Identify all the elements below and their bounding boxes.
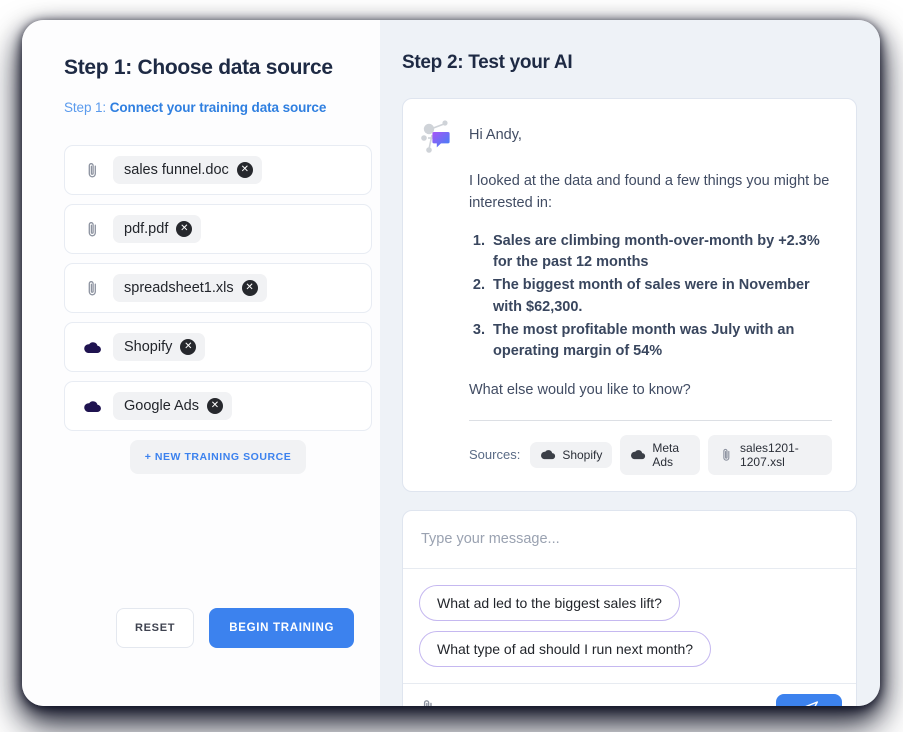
right-panel: Step 2: Test your AI Hi Andy, I looked a…	[380, 20, 880, 706]
step-subtitle: Step 1: Connect your training data sourc…	[64, 100, 354, 115]
message-greeting: Hi Andy,	[469, 127, 522, 143]
source-chip[interactable]: spreadsheet1.xls ✕	[113, 274, 267, 302]
app-card: Step 1: Choose data source Step 1: Conne…	[22, 20, 880, 706]
remove-source-icon[interactable]: ✕	[241, 280, 258, 296]
insight-item: The biggest month of sales were in Novem…	[489, 275, 832, 319]
paperclip-icon	[81, 221, 103, 238]
data-source-row[interactable]: sales funnel.doc ✕	[64, 145, 372, 195]
add-training-source-button[interactable]: + NEW TRAINING SOURCE	[129, 440, 307, 474]
send-button[interactable]	[776, 693, 842, 706]
data-source-list: sales funnel.doc ✕ pdf.pdf ✕ spreadsheet…	[64, 145, 372, 431]
message-input-area[interactable]	[403, 511, 856, 569]
message-sources: Sources: Shopify Meta Ads sales1201-1207…	[469, 434, 832, 475]
sources-label: Sources:	[469, 447, 521, 463]
message-intro: I looked at the data and found a few thi…	[469, 173, 830, 211]
cloud-icon	[630, 449, 646, 460]
message-source-chip[interactable]: Meta Ads	[620, 434, 701, 475]
page-title: Step 1: Choose data source	[64, 56, 333, 79]
suggestion-chip[interactable]: What type of ad should I run next month?	[419, 630, 712, 667]
divider	[469, 419, 832, 421]
step-subtitle-text: Connect your training data source	[109, 100, 327, 115]
remove-source-icon[interactable]: ✕	[236, 162, 253, 178]
new-source-container: + NEW TRAINING SOURCE	[64, 440, 372, 474]
message-source-label: sales1201-1207.xsl	[740, 440, 799, 469]
source-label: spreadsheet1.xls	[124, 280, 234, 296]
message-input[interactable]	[421, 531, 813, 548]
data-source-row[interactable]: Google Ads ✕	[64, 381, 372, 431]
message-body: I looked at the data and found a few thi…	[417, 157, 838, 475]
insight-item: Sales are climbing month-over-month by +…	[489, 231, 832, 275]
source-label: Shopify	[124, 339, 173, 355]
source-label: pdf.pdf	[124, 221, 169, 237]
paperclip-icon	[81, 162, 103, 179]
cloud-icon	[540, 449, 556, 460]
suggestion-list: What ad led to the biggest sales lift? W…	[403, 569, 856, 684]
source-chip[interactable]: pdf.pdf ✕	[113, 215, 202, 243]
step-subtitle-prefix: Step 1:	[64, 100, 107, 115]
source-label: sales funnel.doc	[124, 162, 229, 178]
message-composer: What ad led to the biggest sales lift? W…	[402, 509, 857, 706]
remove-source-icon[interactable]: ✕	[180, 339, 197, 355]
source-chip[interactable]: Google Ads ✕	[113, 392, 232, 420]
data-source-row[interactable]: pdf.pdf ✕	[64, 204, 372, 254]
source-label: Google Ads	[124, 398, 199, 414]
remove-source-icon[interactable]: ✕	[206, 398, 223, 414]
begin-training-button[interactable]: BEGIN TRAINING	[209, 608, 355, 648]
attach-file-button[interactable]	[421, 699, 435, 706]
message-source-chip[interactable]: Shopify	[530, 441, 613, 468]
message-source-label: Shopify	[562, 447, 603, 462]
message-followup: What else would you like to know?	[469, 382, 691, 398]
data-source-row[interactable]: spreadsheet1.xls ✕	[64, 263, 372, 313]
message-source-label: Meta Ads	[652, 440, 680, 469]
send-paper-plane-icon	[800, 700, 819, 706]
assistant-message-card: Hi Andy, I looked at the data and found …	[402, 98, 857, 492]
remove-source-icon[interactable]: ✕	[176, 221, 193, 237]
left-panel: Step 1: Choose data source Step 1: Conne…	[22, 20, 380, 706]
insight-item: The most profitable month was July with …	[489, 320, 832, 364]
left-action-bar: RESET BEGIN TRAINING	[116, 608, 355, 648]
assistant-avatar-icon	[417, 117, 457, 157]
source-chip[interactable]: Shopify ✕	[113, 333, 206, 361]
cloud-icon	[81, 341, 103, 354]
paperclip-icon	[718, 448, 734, 462]
test-ai-title: Step 2: Test your AI	[402, 52, 573, 73]
suggestion-chip[interactable]: What ad led to the biggest sales lift?	[419, 584, 680, 621]
insights-list: Sales are climbing month-over-month by +…	[489, 231, 832, 364]
source-chip[interactable]: sales funnel.doc ✕	[113, 156, 262, 184]
paperclip-icon	[81, 280, 103, 297]
message-header: Hi Andy,	[417, 117, 838, 157]
reset-button[interactable]: RESET	[116, 608, 195, 648]
composer-toolbar	[403, 684, 856, 706]
cloud-icon	[81, 400, 103, 413]
message-source-chip[interactable]: sales1201-1207.xsl	[708, 434, 832, 475]
data-source-row[interactable]: Shopify ✕	[64, 322, 372, 372]
